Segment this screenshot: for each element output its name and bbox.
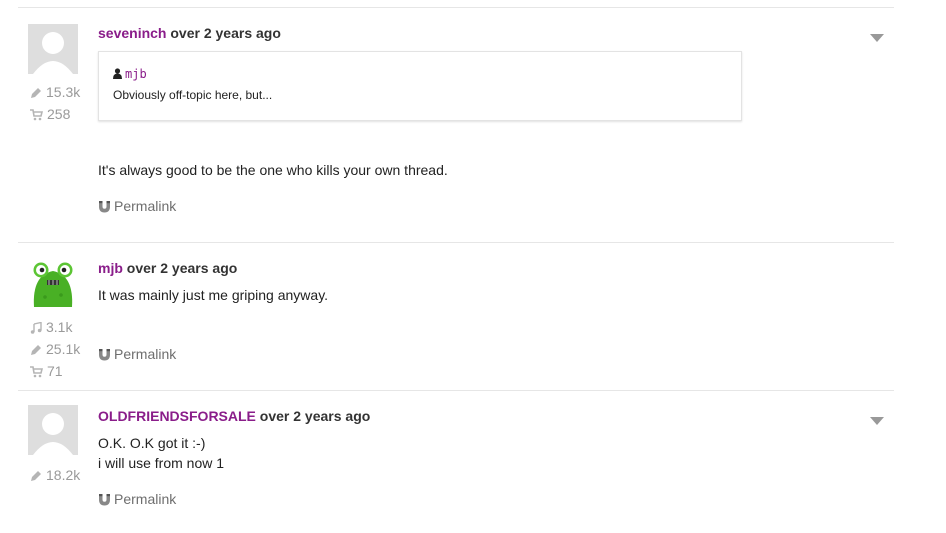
- chevron-down-icon: [870, 34, 884, 42]
- stat-value: 71: [47, 363, 63, 379]
- permalink-label: Permalink: [114, 198, 177, 214]
- permalink-link[interactable]: Permalink: [98, 491, 176, 507]
- username-link[interactable]: seveninch: [98, 25, 166, 41]
- username-link[interactable]: OLDFRIENDSFORSALE: [98, 408, 256, 424]
- quote-author[interactable]: mjb: [113, 67, 147, 81]
- timestamp[interactable]: over 2 years ago: [170, 25, 281, 41]
- permalink-link[interactable]: Permalink: [98, 198, 176, 214]
- permalink-label: Permalink: [114, 491, 177, 507]
- magnet-icon: [99, 494, 110, 506]
- stat-posts: 18.2k: [30, 464, 100, 486]
- cart-icon: [30, 109, 44, 121]
- quote-author-name: mjb: [125, 67, 147, 81]
- permalink-link[interactable]: Permalink: [98, 346, 176, 362]
- timestamp[interactable]: over 2 years ago: [260, 408, 371, 424]
- stat-music: 3.1k: [30, 316, 100, 338]
- stat-value: 258: [47, 106, 71, 122]
- user-icon: [113, 68, 122, 79]
- pencil-icon: [31, 471, 41, 482]
- comment-text: It was mainly just me griping anyway.: [98, 285, 328, 305]
- comment-line: It was mainly just me griping anyway.: [98, 287, 329, 303]
- stat-value: 15.3k: [46, 84, 81, 100]
- stat-value: 18.2k: [46, 467, 81, 483]
- comment-meta: seveninch over 2 years ago: [98, 25, 281, 41]
- comment-text: O.K. O.K got it :-) i will use from now …: [98, 433, 224, 473]
- avatar[interactable]: [28, 24, 78, 74]
- stat-value: 3.1k: [46, 319, 73, 335]
- comment-line: i will use from now 1: [98, 455, 225, 471]
- green-monster-avatar: [28, 257, 78, 307]
- magnet-icon: [99, 201, 110, 213]
- magnet-icon: [99, 349, 110, 361]
- comment-oldfriendsforsale: 18.2k OLDFRIENDSFORSALE over 2 years ago…: [18, 391, 894, 533]
- cart-icon: [30, 366, 44, 378]
- pencil-icon: [31, 345, 41, 356]
- comment-meta: mjb over 2 years ago: [98, 260, 237, 276]
- comment-seveninch: 15.3k 258 seveninch over 2 years ago mjb…: [18, 8, 894, 243]
- pencil-icon: [31, 88, 41, 99]
- user-stats: 15.3k 258: [30, 81, 100, 125]
- stat-sales: 258: [30, 103, 100, 125]
- user-stats: 18.2k: [30, 464, 100, 486]
- quote-text: Obviously off-topic here, but...: [113, 88, 273, 102]
- comment-meta: OLDFRIENDSFORSALE over 2 years ago: [98, 408, 370, 424]
- avatar[interactable]: [28, 257, 78, 307]
- comment-mjb: 3.1k 25.1k 71 mjb over 2 years ago It wa…: [18, 243, 894, 391]
- user-stats: 3.1k 25.1k 71: [30, 316, 100, 382]
- comment-menu-caret[interactable]: [870, 412, 886, 425]
- music-note-icon: [30, 321, 42, 335]
- default-avatar-icon: [28, 405, 78, 455]
- stat-posts: 25.1k: [30, 338, 100, 360]
- default-avatar-icon: [28, 24, 78, 74]
- timestamp[interactable]: over 2 years ago: [127, 260, 238, 276]
- comment-line: O.K. O.K got it :-): [98, 435, 206, 451]
- stat-sales: 71: [30, 360, 100, 382]
- avatar[interactable]: [28, 405, 78, 455]
- stat-value: 25.1k: [46, 341, 81, 357]
- comment-text: It's always good to be the one who kills…: [98, 160, 448, 180]
- comment-line: It's always good to be the one who kills…: [98, 162, 448, 178]
- comment-menu-caret[interactable]: [870, 29, 886, 42]
- stat-posts: 15.3k: [30, 81, 100, 103]
- username-link[interactable]: mjb: [98, 260, 123, 276]
- chevron-down-icon: [870, 417, 884, 425]
- permalink-label: Permalink: [114, 346, 177, 362]
- quoted-message: mjb Obviously off-topic here, but...: [98, 51, 742, 121]
